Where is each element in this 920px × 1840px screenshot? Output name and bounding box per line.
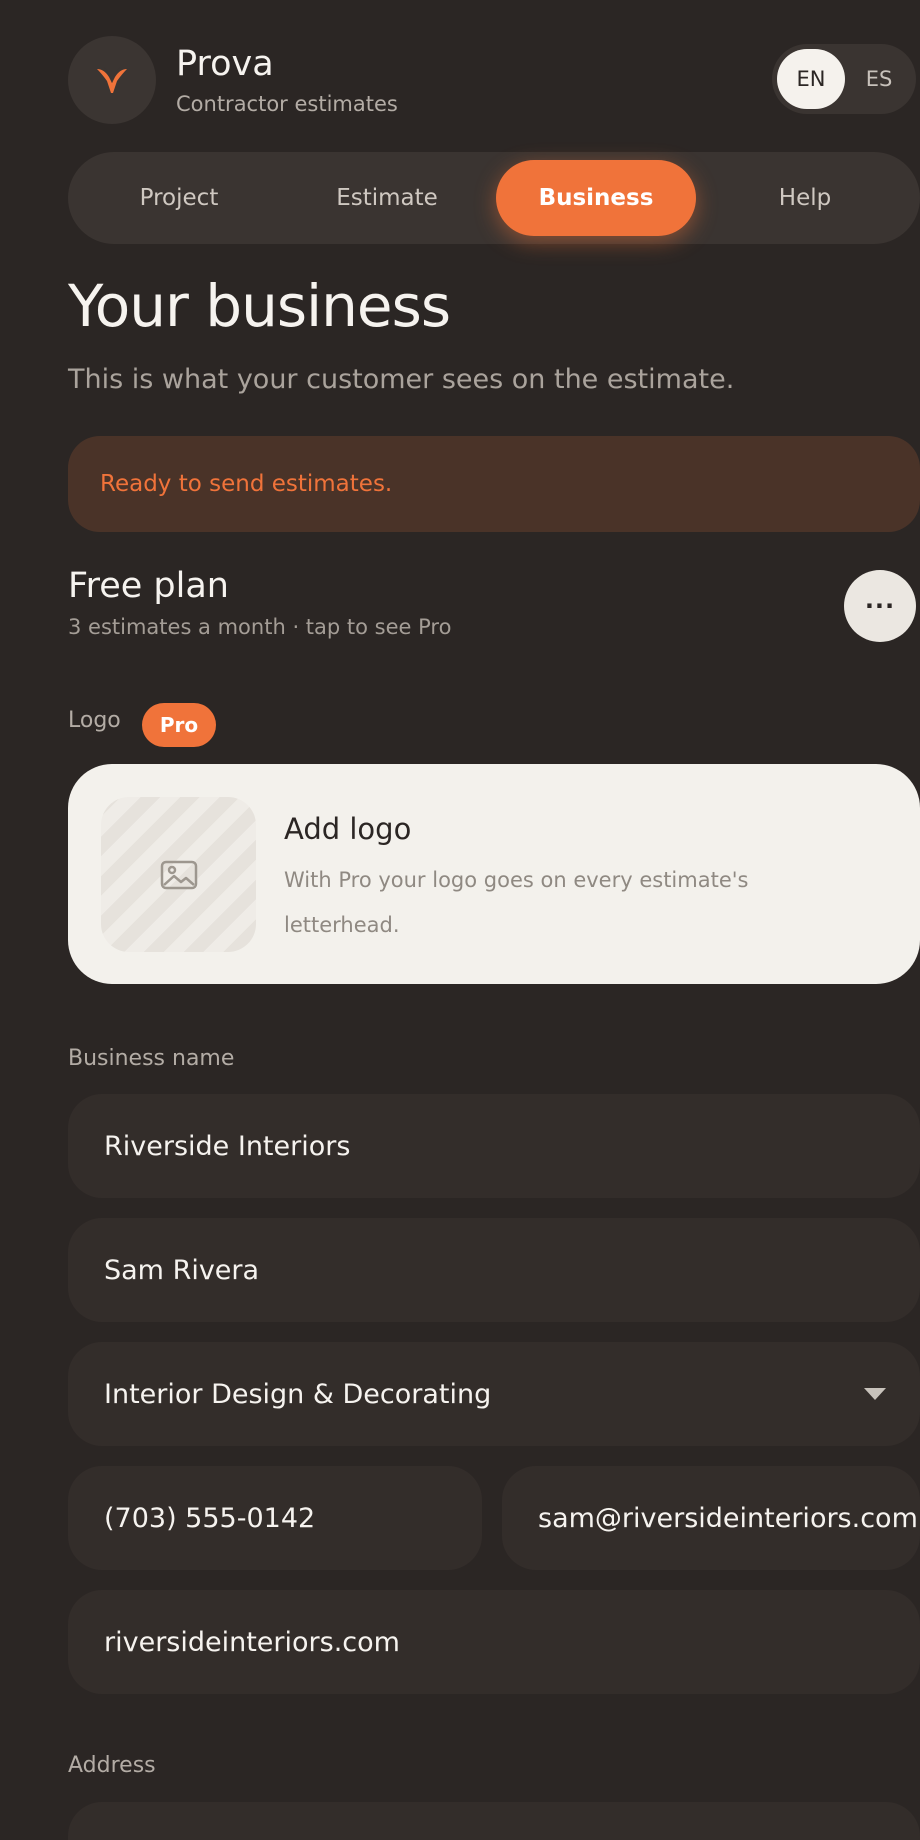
business-name-field[interactable] — [68, 1094, 920, 1198]
more-dots-icon: ··· — [864, 592, 896, 620]
tab-estimate[interactable]: Estimate — [287, 160, 487, 236]
image-icon — [160, 860, 197, 889]
website-input[interactable] — [104, 1626, 920, 1658]
phone-input[interactable] — [104, 1502, 482, 1534]
app-logo — [68, 36, 156, 124]
app-subtitle: Contractor estimates — [176, 92, 398, 116]
page-title: Your business — [68, 272, 451, 340]
trade-select[interactable]: Interior Design & Decorating — [68, 1342, 920, 1446]
contact-name-input[interactable] — [104, 1254, 920, 1286]
plan-more-button[interactable]: ··· — [844, 570, 916, 642]
app-header: Prova Contractor estimates EN ES — [68, 36, 920, 124]
contact-name-field[interactable] — [68, 1218, 920, 1322]
tab-help[interactable]: Help — [705, 160, 905, 236]
add-logo-title: Add logo — [284, 812, 412, 846]
trade-select-value: Interior Design & Decorating — [104, 1378, 492, 1410]
language-toggle: EN ES — [772, 44, 916, 114]
website-field[interactable] — [68, 1590, 920, 1694]
pro-badge: Pro — [142, 703, 216, 747]
email-input[interactable] — [538, 1502, 920, 1534]
address-label: Address — [68, 1753, 156, 1778]
business-page: Prova Contractor estimates EN ES Project… — [0, 0, 920, 1840]
logo-placeholder — [101, 797, 256, 952]
email-field[interactable] — [502, 1466, 920, 1570]
tab-business[interactable]: Business — [496, 160, 696, 236]
app-name: Prova — [176, 44, 274, 84]
plan-title[interactable]: Free plan — [68, 566, 229, 606]
status-message: Ready to send estimates. — [100, 471, 393, 497]
business-name-input[interactable] — [104, 1130, 920, 1162]
chevron-down-icon — [864, 1388, 886, 1400]
prova-logo-icon — [97, 67, 127, 93]
add-logo-card[interactable]: Add logo With Pro your logo goes on ever… — [68, 764, 920, 984]
phone-field[interactable] — [68, 1466, 482, 1570]
business-name-label: Business name — [68, 1046, 235, 1071]
logo-label: Logo — [68, 708, 121, 733]
lang-en-button[interactable]: EN — [777, 49, 845, 109]
address-field[interactable] — [68, 1802, 920, 1840]
page-subtitle: This is what your customer sees on the e… — [68, 364, 735, 395]
status-banner: Ready to send estimates. — [68, 436, 920, 532]
plan-subtitle[interactable]: 3 estimates a month · tap to see Pro — [68, 615, 451, 639]
main-tabs: Project Estimate Business Help — [68, 152, 920, 244]
add-logo-description: With Pro your logo goes on every estimat… — [284, 868, 749, 937]
tab-project[interactable]: Project — [79, 160, 279, 236]
lang-es-button[interactable]: ES — [845, 49, 913, 109]
